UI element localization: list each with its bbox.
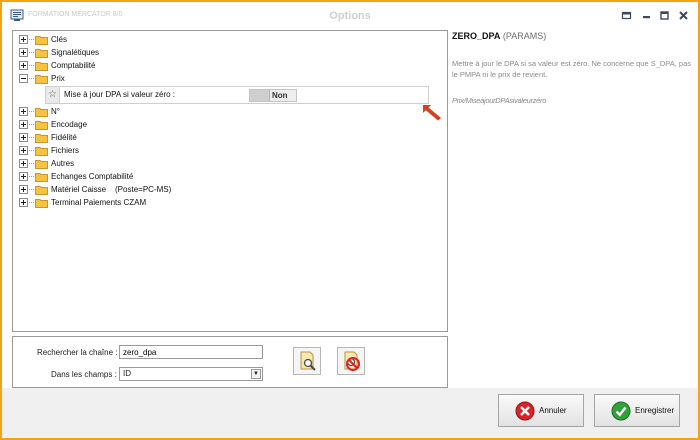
toggle-knob[interactable]: [250, 90, 270, 101]
options-window: FORMATION MERCATOR 8/0 Options Clés Sign…: [0, 0, 700, 440]
clear-search-button[interactable]: [337, 347, 365, 375]
tree-item-label: Prix: [51, 74, 65, 83]
folder-icon: [35, 107, 48, 117]
search-button[interactable]: [293, 347, 321, 375]
expand-icon[interactable]: [19, 133, 28, 142]
collapse-icon[interactable]: [19, 74, 28, 83]
tree-item-materiel-caisse[interactable]: Matériel Caisse (Poste=PC-MS): [19, 183, 171, 196]
param-label: Mise à jour DPA si valeur zéro :: [64, 90, 176, 99]
folder-icon: [35, 146, 48, 156]
tree-item-prix[interactable]: Prix: [19, 72, 65, 85]
tree-item-fidelite[interactable]: Fidélité: [19, 131, 77, 144]
main-area: Clés Signalétiques Comptabilité Prix ☆ M…: [2, 28, 698, 388]
minimize-icon[interactable]: [641, 10, 652, 21]
param-id: ZERO_DPA: [452, 31, 501, 41]
fields-select-value: ID: [123, 369, 131, 378]
star-icon[interactable]: ☆: [46, 87, 60, 103]
tree-item-autres[interactable]: Autres: [19, 157, 74, 170]
search-document-icon: [300, 351, 316, 371]
tree-item-label: Fidélité: [51, 133, 77, 142]
param-toggle[interactable]: Non: [249, 89, 297, 102]
folder-icon: [35, 198, 48, 208]
expand-icon[interactable]: [19, 159, 28, 168]
tree-item-label: Clés: [51, 35, 68, 44]
param-description: Mettre à jour le DPA si sa valeur est zé…: [452, 59, 692, 79]
expand-icon[interactable]: [19, 35, 28, 44]
tree-item-label: N°: [51, 107, 60, 116]
fields-select[interactable]: ID ▼: [119, 367, 263, 381]
tree-item-label: Autres: [51, 159, 75, 168]
param-path: Prix/MiseàjourDPAsivaleurzéro: [452, 96, 547, 105]
folder-icon: [35, 185, 48, 195]
expand-icon[interactable]: [19, 107, 28, 116]
maximize-icon[interactable]: [659, 10, 670, 21]
expand-icon[interactable]: [19, 198, 28, 207]
tree-item-label: Terminal Paiements CZAM: [51, 198, 147, 207]
param-group: (PARAMS): [502, 31, 547, 41]
expand-icon[interactable]: [19, 120, 28, 129]
footer: Annuler Enregistrer: [2, 388, 698, 438]
toggle-value: Non: [272, 91, 288, 100]
title-bar: FORMATION MERCATOR 8/0 Options: [2, 2, 698, 28]
expand-icon[interactable]: [19, 185, 28, 194]
tree-item-label: Fichiers: [51, 146, 80, 155]
fields-label: Dans les champs :: [51, 370, 117, 379]
search-label: Rechercher la chaîne :: [37, 348, 118, 357]
clear-search-icon: [344, 351, 360, 371]
cancel-button[interactable]: Annuler: [498, 394, 584, 427]
folder-open-icon: [35, 74, 48, 84]
tree-item-numero[interactable]: N°: [19, 105, 60, 118]
search-panel: Rechercher la chaîne : Dans les champs :…: [12, 336, 448, 388]
folder-icon: [35, 61, 48, 71]
tree-item-comptabilite[interactable]: Comptabilité: [19, 59, 95, 72]
folder-icon: [35, 159, 48, 169]
tree-item-label: Matériel Caisse (Poste=PC-MS): [51, 185, 172, 194]
folder-icon: [35, 172, 48, 182]
expand-icon[interactable]: [19, 146, 28, 155]
folder-icon: [35, 120, 48, 130]
param-name: ZERO_DPA (PARAMS): [452, 31, 546, 41]
check-icon: [611, 401, 631, 420]
tree-item-label: Signalétiques: [51, 48, 100, 57]
cancel-icon: [515, 401, 535, 420]
expand-icon[interactable]: [19, 172, 28, 181]
folder-icon: [35, 35, 48, 45]
tree-item-terminal-paiements[interactable]: Terminal Paiements CZAM: [19, 196, 146, 209]
save-label: Enregistrer: [635, 406, 675, 415]
tree-item-echanges-comptabilite[interactable]: Echanges Comptabilité: [19, 170, 133, 183]
tree-item-encodage[interactable]: Encodage: [19, 118, 87, 131]
tree-item-fichiers[interactable]: Fichiers: [19, 144, 79, 157]
tree-item-label: Encodage: [51, 120, 88, 129]
folder-icon: [35, 133, 48, 143]
save-button[interactable]: Enregistrer: [594, 394, 680, 427]
cancel-label: Annuler: [539, 406, 567, 415]
info-panel: ZERO_DPA (PARAMS) Mettre à jour le DPA s…: [448, 28, 698, 388]
restore-icon[interactable]: [621, 10, 632, 21]
expand-icon[interactable]: [19, 48, 28, 57]
chevron-down-icon[interactable]: ▼: [251, 369, 261, 379]
tree-item-label: Echanges Comptabilité: [51, 172, 134, 181]
tree-item-signaletiques[interactable]: Signalétiques: [19, 46, 99, 59]
param-row-zero-dpa[interactable]: ☆ Mise à jour DPA si valeur zéro : Non: [45, 86, 429, 104]
close-icon[interactable]: [678, 10, 689, 21]
window-title: Options: [329, 10, 371, 22]
tree-item-cles[interactable]: Clés: [19, 33, 67, 46]
tree-item-label: Comptabilité: [51, 61, 96, 70]
folder-icon: [35, 48, 48, 58]
expand-icon[interactable]: [19, 61, 28, 70]
options-tree[interactable]: Clés Signalétiques Comptabilité Prix ☆ M…: [12, 30, 448, 332]
search-input[interactable]: [119, 345, 263, 359]
red-arrow-icon: [423, 105, 441, 121]
